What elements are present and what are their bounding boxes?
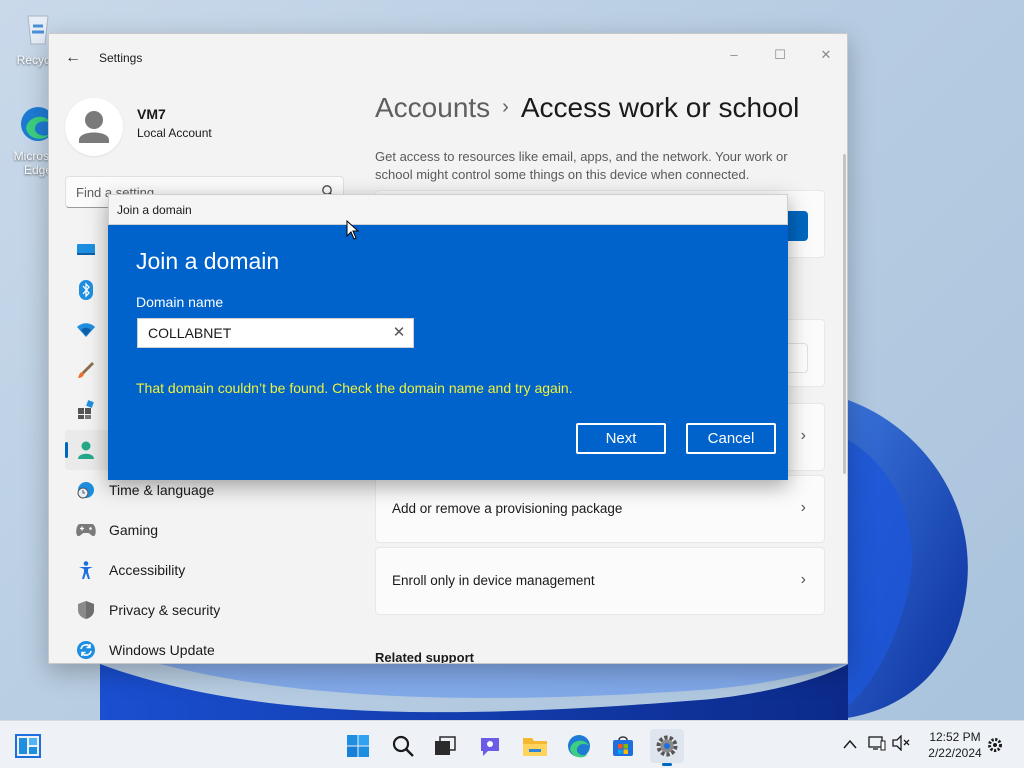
search-taskbar-button[interactable] bbox=[386, 729, 420, 763]
sidebar-item-privacy-security[interactable]: Privacy & security bbox=[65, 590, 344, 630]
clock[interactable]: 12:52 PM 2/22/2024 bbox=[920, 729, 990, 761]
gamepad-icon bbox=[75, 519, 97, 541]
sidebar-item-accessibility[interactable]: Accessibility bbox=[65, 550, 344, 590]
file-explorer-button[interactable] bbox=[518, 729, 552, 763]
domain-name-input[interactable] bbox=[138, 319, 378, 347]
join-domain-dialog: Join a domain Join a domain Domain name … bbox=[108, 194, 788, 480]
cancel-button[interactable]: Cancel bbox=[686, 423, 776, 454]
folder-icon bbox=[523, 738, 547, 756]
active-indicator bbox=[65, 442, 68, 458]
sidebar-item-label: Gaming bbox=[109, 522, 159, 538]
notifications-button[interactable] bbox=[986, 721, 1004, 768]
page-description: Get access to resources like email, apps… bbox=[375, 149, 788, 182]
taskbar: 12:52 PM 2/22/2024 bbox=[0, 720, 1024, 768]
sidebar-item-label: Privacy & security bbox=[109, 602, 221, 618]
volume-muted-icon bbox=[892, 733, 910, 752]
store-icon bbox=[613, 736, 633, 756]
user-name: VM7 bbox=[137, 106, 166, 122]
provisioning-package-row[interactable]: Add or remove a provisioning package › bbox=[375, 475, 825, 543]
network-tray-button[interactable] bbox=[868, 735, 892, 756]
avatar bbox=[65, 98, 123, 156]
search-icon bbox=[392, 735, 414, 757]
breadcrumb: Accounts › Access work or school bbox=[375, 92, 799, 124]
edge-icon bbox=[568, 735, 590, 758]
chevron-right-icon: › bbox=[800, 499, 806, 516]
notification-settings-icon bbox=[988, 738, 1002, 752]
volume-tray-button[interactable] bbox=[892, 733, 916, 756]
close-button[interactable]: ✕ bbox=[803, 40, 847, 70]
chevron-right-icon: › bbox=[800, 427, 806, 444]
mouse-cursor-icon bbox=[346, 220, 360, 240]
store-button[interactable] bbox=[606, 729, 640, 763]
scrollbar[interactable] bbox=[843, 154, 846, 474]
chevron-up-icon bbox=[843, 739, 857, 749]
dialog-title: Join a domain bbox=[117, 203, 192, 217]
error-message: That domain couldn’t be found. Check the… bbox=[136, 380, 573, 396]
update-icon bbox=[75, 639, 97, 661]
wifi-icon bbox=[75, 319, 97, 341]
title-bar: ← Settings – ☐ ✕ bbox=[49, 34, 847, 82]
breadcrumb-parent[interactable]: Accounts bbox=[375, 92, 490, 123]
show-hidden-icons-button[interactable] bbox=[840, 736, 860, 754]
network-icon bbox=[868, 735, 886, 750]
apps-icon bbox=[75, 399, 97, 421]
sidebar-item-label: Windows Update bbox=[109, 642, 215, 658]
sidebar-item-label: Time & language bbox=[109, 482, 215, 498]
enroll-device-management-row[interactable]: Enroll only in device management › bbox=[375, 547, 825, 615]
sidebar-item-label: Accessibility bbox=[109, 562, 186, 578]
clock-date: 2/22/2024 bbox=[928, 746, 982, 760]
row-label: Enroll only in device management bbox=[392, 573, 595, 588]
related-support-heading: Related support bbox=[375, 650, 474, 664]
widgets-icon bbox=[15, 734, 41, 758]
task-view-icon bbox=[435, 736, 456, 755]
sidebar-item-gaming[interactable]: Gaming bbox=[65, 510, 344, 550]
dialog-heading: Join a domain bbox=[136, 248, 280, 274]
row-label: Add or remove a provisioning package bbox=[392, 501, 623, 516]
maximize-button[interactable]: ☐ bbox=[757, 40, 803, 70]
paintbrush-icon bbox=[75, 359, 97, 381]
shield-icon bbox=[75, 599, 97, 621]
clear-icon[interactable]: ✕ bbox=[391, 325, 407, 341]
bluetooth-icon bbox=[75, 279, 97, 301]
minimize-button[interactable]: – bbox=[711, 40, 757, 70]
chat-icon bbox=[481, 738, 499, 756]
settings-taskbar-button[interactable] bbox=[650, 729, 684, 766]
dialog-title-bar[interactable]: Join a domain bbox=[108, 194, 788, 225]
clock-time: 12:52 PM bbox=[929, 730, 981, 744]
sidebar-item-windows-update[interactable]: Windows Update bbox=[65, 630, 344, 663]
chat-button[interactable] bbox=[473, 729, 507, 763]
widgets-button[interactable] bbox=[11, 729, 45, 763]
back-arrow-icon[interactable]: ← bbox=[63, 48, 83, 68]
globe-clock-icon bbox=[75, 479, 97, 501]
person-icon bbox=[75, 439, 97, 461]
windows-logo-icon bbox=[347, 735, 369, 757]
task-view-button[interactable] bbox=[428, 729, 462, 763]
gear-icon bbox=[656, 735, 678, 757]
chevron-right-icon: › bbox=[800, 571, 806, 588]
domain-name-field[interactable]: ✕ bbox=[137, 318, 414, 348]
account-type: Local Account bbox=[137, 126, 212, 140]
breadcrumb-separator-icon: › bbox=[502, 96, 509, 118]
start-button[interactable] bbox=[341, 729, 375, 763]
domain-name-label: Domain name bbox=[136, 294, 224, 310]
system-tray bbox=[840, 721, 916, 768]
monitor-icon bbox=[75, 239, 97, 261]
next-button[interactable]: Next bbox=[576, 423, 666, 454]
app-title: Settings bbox=[99, 51, 143, 65]
accessibility-icon bbox=[75, 559, 97, 581]
page-title: Access work or school bbox=[520, 92, 800, 123]
user-avatar-icon bbox=[79, 111, 109, 143]
edge-taskbar-button[interactable] bbox=[562, 729, 596, 763]
